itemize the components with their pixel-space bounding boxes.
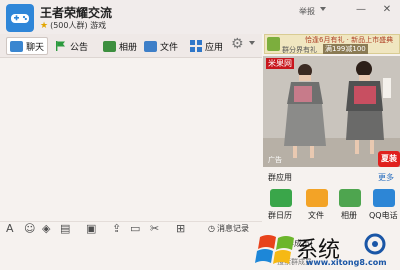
group-name[interactable]: 王者荣耀交流 [40,4,112,21]
gift-icon[interactable]: ▤ [60,222,70,235]
chat-message-area[interactable] [0,59,262,215]
ad-tag: 广告 [268,156,282,164]
upload-icon[interactable]: ⇪ [112,222,121,235]
minimize-button[interactable]: — [355,4,367,16]
promo-banner[interactable]: 恰逢6月有礼 · 新品上市盛典 群分界有礼 满199减100 [264,34,400,54]
album-icon [103,40,116,52]
promo-subline: 群分界有礼 [282,46,317,54]
message-history-button[interactable]: ◷ 消息记录 [208,223,249,234]
title-bar: 王者荣耀交流 ★ (500人群) 游戏 举报 — ✕ [0,0,400,34]
group-chat-window: 王者荣耀交流 ★ (500人群) 游戏 举报 — ✕ 聊天 公告 相册 文件 应… [0,0,400,270]
promo-badge: 满199减100 [323,44,368,54]
folder-icon [144,40,157,52]
group-meta: ★ (500人群) 游戏 [40,20,106,31]
app-label-album[interactable]: 相册 [341,210,357,221]
gift-box-icon [267,37,280,51]
file-send-icon[interactable]: ▭ [130,222,140,235]
app-label-calendar[interactable]: 群日历 [268,210,292,221]
tab-announcement[interactable]: 公告 [55,37,88,55]
screenshot-scissors-icon[interactable]: ✂ [150,222,159,235]
tab-label: 文件 [160,42,179,53]
group-avatar[interactable] [6,4,34,32]
tab-files[interactable]: 文件 [144,37,178,55]
close-button[interactable]: ✕ [381,4,393,16]
tab-label: 相册 [119,42,138,53]
star-icon: ★ [40,20,49,31]
tab-label: 公告 [70,42,89,53]
gif-icon[interactable]: ◈ [42,222,50,235]
calendar-icon[interactable] [270,189,292,207]
emoji-icon[interactable]: ☺ [24,222,35,235]
image-icon[interactable]: ▣ [86,222,96,235]
ad-brand-label: 米果网 [266,58,294,69]
group-apps-title: 群应用 [268,173,292,182]
phone-icon[interactable] [373,189,395,207]
tab-label: 应用 [205,42,224,53]
announcement-flag-icon [56,41,65,51]
gamepad-icon [11,14,29,23]
font-icon[interactable]: A [6,222,14,235]
folder-icon[interactable] [306,189,328,207]
app-label-files[interactable]: 文件 [308,210,324,221]
fashion-advertisement[interactable]: 米果网 广告 夏装 [263,56,400,167]
app-label-qq-call[interactable]: QQ电话 [369,210,398,221]
report-button[interactable]: 举报 [299,6,315,17]
settings-gear-icon[interactable]: ⚙ [231,36,244,52]
group-apps-more-link[interactable]: 更多 [378,172,394,183]
watermark-url: www.xitong8.com [306,258,387,267]
tab-apps[interactable]: 应用 [190,37,223,55]
report-dropdown-icon[interactable] [320,7,326,11]
more-tools-icon[interactable]: ⊞ [176,222,185,235]
album-icon[interactable] [339,189,361,207]
tab-chat[interactable]: 聊天 [6,37,49,55]
settings-dropdown-icon[interactable] [249,41,255,45]
group-meta-text: (500人群) 游戏 [50,21,107,30]
chat-icon [10,40,23,52]
clock-icon: ◷ [208,224,215,233]
message-input[interactable] [0,240,262,270]
feature-tabs: 聊天 公告 相册 文件 应用 [0,34,262,58]
tab-label: 聊天 [26,42,45,53]
summer-badge: 夏装 [378,151,400,167]
tab-album[interactable]: 相册 [103,37,137,55]
apps-grid-icon [190,40,202,52]
